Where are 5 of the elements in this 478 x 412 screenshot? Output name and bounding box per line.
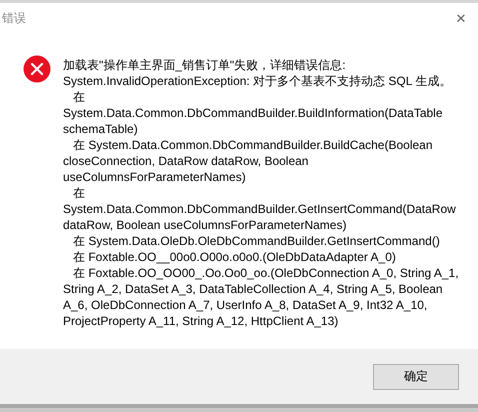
error-icon [23, 55, 51, 83]
close-button[interactable]: ✕ [446, 4, 476, 32]
error-message: 加载表"操作单主界面_销售订单"失败，详细错误信息: System.InvalidOperationException: 对于多个基表不支持动态 SQL 生成。 在 System.Data.Common.DbCommandBuilder.BuildInformation(DataTable schemaTable) 在 System.Data.Common.DbCommandBuilder.BuildCache(Boolean closeConnection, DataRow dataRow, Boolean useColumnsForParameterNames) 在 System.Data.Common.DbCommandBuilder.GetInsertCommand(DataRow dataRow, Boolean useColumnsForParameterNames) 在 System.Data.OleDb.OleDbCommandBuilder.GetInsertCommand() 在 Foxtable.OO__00o0.O00o.o0o0.(OleDbDataAdapter A_0) 在 Foxtable.OO_OO00_.Oo.Oo0_oo.(OleDbConnection A_0, String A_1, String A_2, DataSet A_3, DataTableCollection A_4, String A_5, Boolean A_6, OleDbConnection A_7, UserInfo A_8, DataSet A_9, Int32 A_10, ProjectProperty A_11, String A_12, HttpClient A_13) [63, 57, 460, 329]
ok-button[interactable]: 确定 [373, 364, 459, 390]
window-title: 错误 [2, 10, 26, 26]
